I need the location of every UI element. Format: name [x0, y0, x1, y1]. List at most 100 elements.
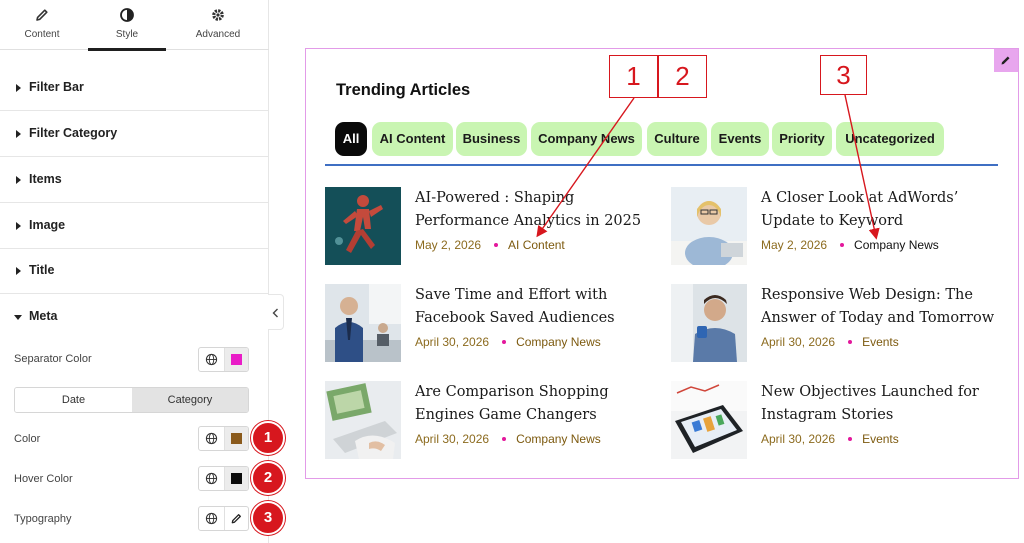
- globe-icon[interactable]: [205, 512, 218, 525]
- woman-at-laptop-image[interactable]: [671, 187, 747, 265]
- article-meta: April 30, 2026 Events: [761, 335, 899, 349]
- panel-tabs: Content Style Advanced: [0, 0, 269, 51]
- annotation-badge: 3: [251, 501, 285, 535]
- laptop-typing-image[interactable]: [325, 381, 401, 459]
- separator-color-control: [198, 347, 249, 372]
- annotation-badge: 1: [251, 421, 285, 455]
- section-items[interactable]: Items: [0, 157, 269, 203]
- article-category[interactable]: Events: [862, 432, 899, 446]
- date-category-toggle: Date Category: [14, 387, 249, 413]
- article-title[interactable]: AI-Powered : Shaping Performance Analyti…: [415, 187, 665, 233]
- tab-advanced[interactable]: Advanced: [176, 0, 260, 50]
- globe-icon[interactable]: [205, 432, 218, 445]
- article-item: AI-Powered : Shaping Performance Analyti…: [325, 187, 665, 267]
- article-category[interactable]: AI Content: [508, 238, 565, 252]
- caret-right-icon: [16, 267, 21, 275]
- section-label: Filter Bar: [29, 80, 84, 94]
- filter-pill-events[interactable]: Events: [711, 122, 769, 156]
- meta-separator: [848, 436, 853, 441]
- trending-articles-widget: Trending Articles All AI Content Busines…: [305, 48, 1019, 479]
- half-circle-icon: [120, 8, 134, 22]
- color-swatch: [231, 433, 242, 444]
- article-item: A Closer Look at AdWords’ Update to Keyw…: [671, 187, 1011, 267]
- section-filter-bar[interactable]: Filter Bar: [0, 65, 269, 111]
- article-category[interactable]: Events: [862, 335, 899, 349]
- globe-icon[interactable]: [205, 472, 218, 485]
- tab-content[interactable]: Content: [0, 0, 84, 50]
- filter-underline: [325, 164, 998, 166]
- article-category[interactable]: Company News: [854, 238, 939, 252]
- toggle-date[interactable]: Date: [15, 388, 132, 412]
- filter-pill-business[interactable]: Business: [456, 122, 527, 156]
- caret-right-icon: [16, 130, 21, 138]
- filter-pill-culture[interactable]: Culture: [647, 122, 707, 156]
- gear-icon: [212, 9, 224, 21]
- caret-right-icon: [16, 222, 21, 230]
- filter-pill-priority[interactable]: Priority: [772, 122, 832, 156]
- article-title[interactable]: Are Comparison Shopping Engines Game Cha…: [415, 381, 665, 427]
- section-label: Image: [29, 218, 66, 232]
- caret-down-icon: [14, 315, 22, 320]
- article-meta: May 2, 2026 AI Content: [415, 238, 565, 252]
- color-control: [198, 426, 249, 451]
- pencil-icon: [1001, 56, 1010, 65]
- article-date: April 30, 2026: [415, 432, 490, 446]
- article-category[interactable]: Company News: [516, 432, 601, 446]
- color-swatch: [231, 354, 242, 365]
- editor-panel: Content Style Advanced Filter Bar Filter…: [0, 0, 285, 543]
- article-title[interactable]: New Objectives Launched for Instagram St…: [761, 381, 1011, 427]
- meta-separator: [494, 242, 499, 247]
- pencil-icon: [36, 9, 48, 21]
- toggle-category[interactable]: Category: [132, 388, 248, 412]
- separator-color-label: Separator Color: [14, 353, 92, 365]
- article-item: Save Time and Effort with Facebook Saved…: [325, 284, 665, 364]
- article-title[interactable]: Save Time and Effort with Facebook Saved…: [415, 284, 665, 330]
- article-title[interactable]: A Closer Look at AdWords’ Update to Keyw…: [761, 187, 1011, 233]
- meta-separator: [502, 436, 507, 441]
- caret-right-icon: [16, 176, 21, 184]
- article-date: April 30, 2026: [761, 335, 836, 349]
- filter-pill-ai-content[interactable]: AI Content: [372, 122, 453, 156]
- filter-pill-company-news[interactable]: Company News: [531, 122, 642, 156]
- thumbnail: [325, 187, 401, 265]
- hover-color-picker[interactable]: [225, 467, 248, 490]
- thumbnail: [671, 187, 747, 265]
- tab-label: Advanced: [195, 29, 241, 40]
- article-meta: May 2, 2026 Company News: [761, 238, 939, 252]
- globe-icon[interactable]: [205, 353, 218, 366]
- article-item: Responsive Web Design: The Answer of Tod…: [671, 284, 1011, 364]
- typography-control: [198, 506, 249, 531]
- article-category[interactable]: Company News: [516, 335, 601, 349]
- section-image[interactable]: Image: [0, 203, 269, 249]
- article-item: Are Comparison Shopping Engines Game Cha…: [325, 381, 665, 461]
- section-label: Filter Category: [29, 126, 118, 140]
- thumbnail: [325, 381, 401, 459]
- filter-pill-all[interactable]: All: [335, 122, 367, 156]
- office-meeting-image[interactable]: [325, 284, 401, 362]
- section-label: Meta: [29, 309, 58, 323]
- meta-separator: [848, 339, 853, 344]
- filter-pill-uncategorized[interactable]: Uncategorized: [836, 122, 944, 156]
- article-item: New Objectives Launched for Instagram St…: [671, 381, 1011, 461]
- caret-right-icon: [16, 84, 21, 92]
- man-with-coffee-image[interactable]: [671, 284, 747, 362]
- edit-widget-button[interactable]: [994, 49, 1018, 72]
- section-title[interactable]: Title: [0, 248, 269, 294]
- tablet-charts-image[interactable]: [671, 381, 747, 459]
- collapse-panel-button[interactable]: [268, 294, 284, 330]
- article-title[interactable]: Responsive Web Design: The Answer of Tod…: [761, 284, 1011, 330]
- separator-color-picker[interactable]: [225, 348, 248, 371]
- tab-label: Style: [115, 29, 139, 40]
- tab-style[interactable]: Style: [88, 0, 166, 51]
- meta-separator: [840, 242, 845, 247]
- pencil-icon[interactable]: [230, 512, 243, 525]
- color-picker[interactable]: [225, 427, 248, 450]
- thumbnail: [325, 284, 401, 362]
- section-filter-category[interactable]: Filter Category: [0, 111, 269, 157]
- runner-anatomy-image[interactable]: [325, 187, 401, 265]
- section-label: Items: [29, 172, 62, 186]
- chevron-left-icon: [272, 308, 278, 318]
- section-meta[interactable]: Meta: [0, 294, 269, 340]
- article-date: May 2, 2026: [415, 238, 482, 252]
- tab-label: Content: [24, 29, 60, 40]
